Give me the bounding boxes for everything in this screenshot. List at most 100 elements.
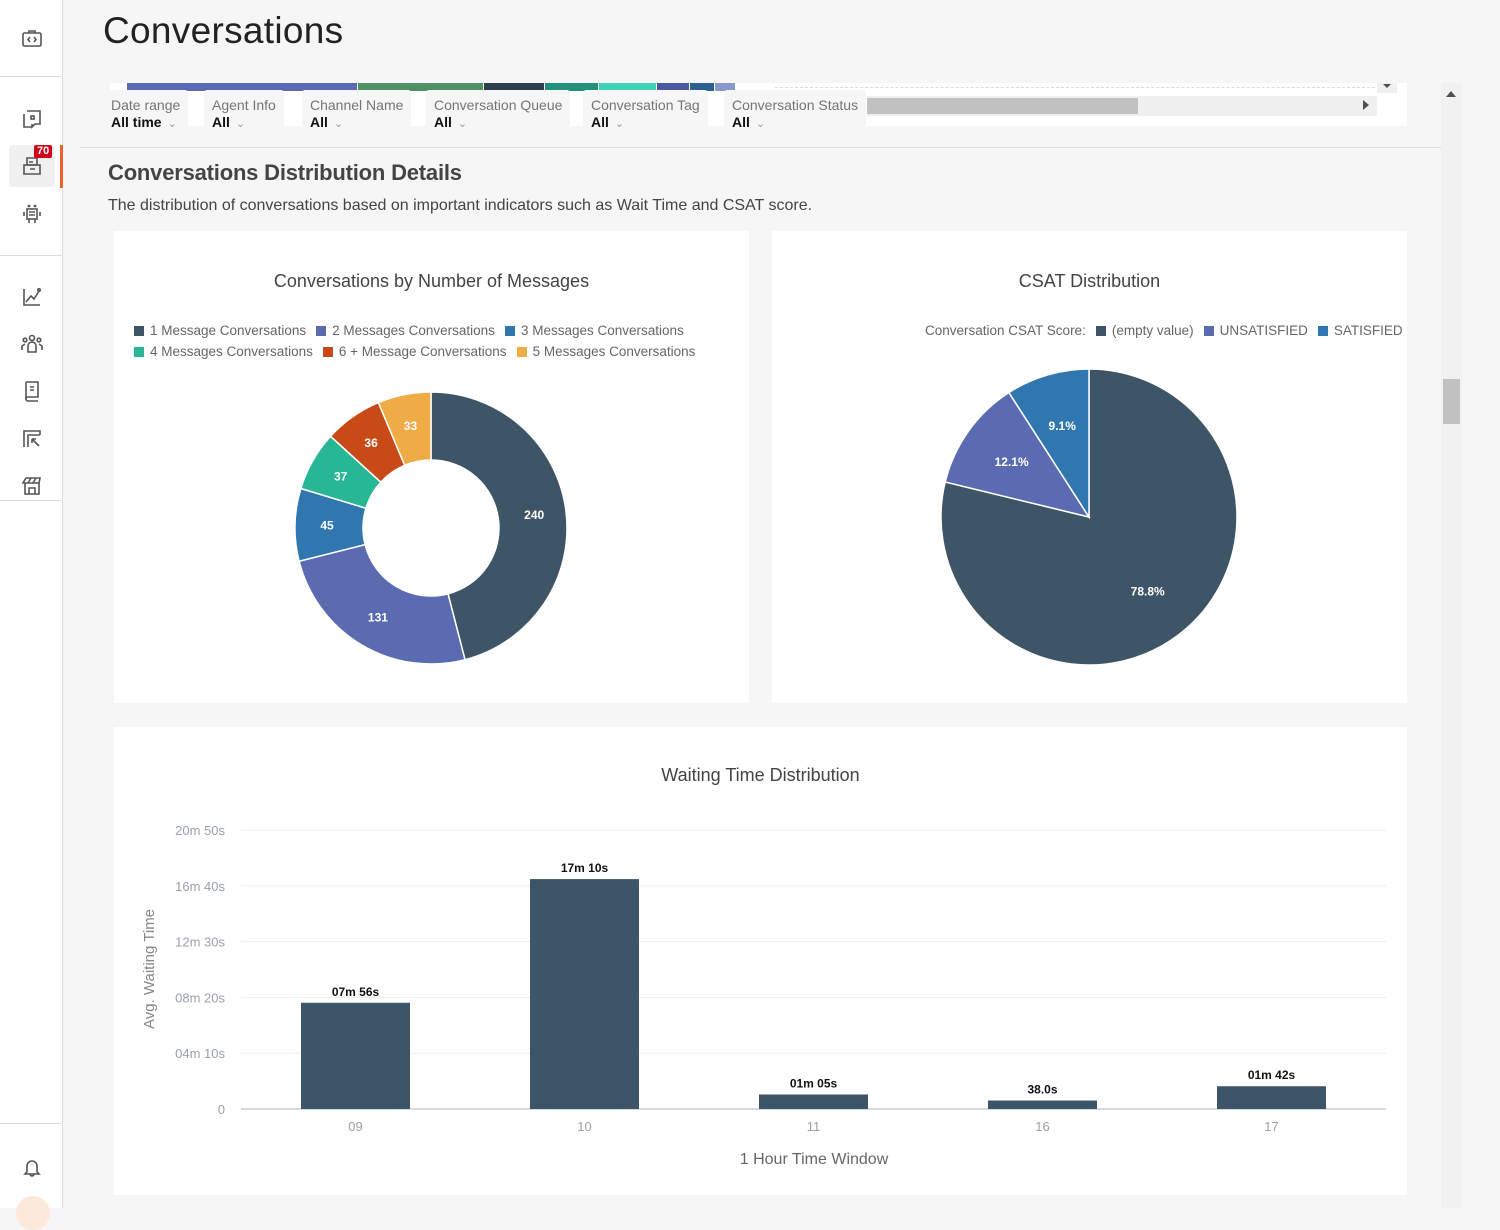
filter-date-range[interactable]: Date range All time ⌄ [103,90,189,132]
sidebar-item-bots[interactable] [9,193,55,235]
chat-box-icon [23,110,41,129]
horizontal-scrollbar[interactable] [867,96,1377,116]
filter-value: All [732,114,750,130]
sidebar-item-analytics[interactable] [9,276,55,318]
filter-label: Conversation Tag [591,97,700,113]
bar[interactable] [988,1100,1097,1109]
bar-chart: 0 04m 10s 08m 20s 12m 30s 16m 40s 20m 50s 07m … [141,823,1386,1168]
filter-conversation-tag[interactable]: Conversation Tag All ⌄ [583,90,708,132]
y-tick-label: 20m 50s [175,823,225,838]
code-briefcase-icon [22,30,42,47]
sidebar-divider [0,255,63,256]
sidebar-item-developer-tools[interactable] [9,17,55,59]
filter-value: All [212,114,230,130]
storefront-icon [21,477,41,495]
bar-data-label: 17m 10s [561,861,609,875]
chevron-down-icon: ⌄ [457,118,468,130]
x-tick-label: 16 [1035,1119,1049,1134]
scrollbar-thumb[interactable] [867,98,1138,114]
bar[interactable] [530,879,639,1109]
filter-value: All [310,114,328,130]
chevron-down-icon: ⌄ [614,118,625,130]
active-indicator [60,145,63,188]
x-tick-label: 10 [577,1119,591,1134]
pointer-panel-icon [23,430,41,447]
x-tick-label: 17 [1264,1119,1278,1134]
sidebar-divider [0,1123,63,1124]
section-divider [80,147,1441,148]
filter-channel-name[interactable]: Channel Name All ⌄ [302,90,412,132]
slice-data-label: 131 [368,610,388,624]
people-icon [21,334,43,353]
robot-icon [23,204,41,223]
filter-value: All [591,114,609,130]
chevron-down-icon: ⌄ [755,118,766,130]
strip-gridline [775,87,1375,88]
section-description: The distribution of conversations based … [108,197,813,214]
bar[interactable] [301,1002,410,1109]
x-tick-label: 09 [348,1119,362,1134]
slice-data-label: 78.8% [1131,585,1165,599]
vertical-scrollbar[interactable] [1441,83,1462,1208]
slice-data-label: 45 [320,518,334,532]
scrollbar-thumb[interactable] [1443,379,1460,424]
filter-label: Channel Name [310,97,404,113]
y-tick-label: 12m 30s [175,935,225,950]
filter-value: All time [111,114,162,130]
filter-value: All [434,114,452,130]
y-tick-label: 0 [218,1102,225,1117]
bar-data-label: 07m 56s [332,985,380,999]
y-tick-label: 08m 20s [175,990,225,1005]
user-avatar[interactable] [16,1196,50,1230]
bar-data-label: 01m 05s [790,1076,838,1090]
y-tick-label: 04m 10s [175,1046,225,1061]
sidebar-item-contacts[interactable] [9,323,55,365]
section-title: Conversations Distribution Details [108,160,462,185]
conversations-badge: 70 [34,145,53,158]
chevron-down-icon: ⌄ [235,118,246,130]
scroll-right-arrow-icon[interactable] [1363,100,1369,110]
filter-agent-info[interactable]: Agent Info All ⌄ [204,90,284,132]
book-icon [25,381,39,402]
sidebar-divider [0,500,63,501]
filter-label: Conversation Queue [434,97,563,113]
page-title: Conversations [103,10,344,51]
filter-conversation-queue[interactable]: Conversation Queue All ⌄ [426,90,571,132]
filter-label: Conversation Status [732,97,859,113]
slice-data-label: 240 [524,508,544,522]
bar-data-label: 01m 42s [1248,1068,1296,1082]
sidebar-divider [0,76,63,77]
filter-label: Agent Info [212,97,276,113]
x-tick-label: 11 [807,1119,821,1134]
slice-data-label: 36 [364,436,378,450]
strip-scroll-down[interactable] [1377,83,1397,93]
sidebar: 70 [0,0,63,1230]
donut-chart: 240 131 45 37 36 33 [294,391,568,665]
bar[interactable] [759,1094,868,1109]
slice-data-label: 12.1% [995,455,1029,469]
bar-data-label: 38.0s [1027,1083,1057,1097]
waiting-time-chart-card: Waiting Time Distribution 0 04m 10s 08m 20… [114,727,1407,1195]
slice-data-label: 37 [334,470,348,484]
y-axis-title: Avg. Waiting Time [141,909,158,1029]
bar[interactable] [1217,1086,1326,1109]
scroll-up-arrow-icon[interactable] [1446,91,1456,97]
bell-icon [23,1160,41,1177]
filter-label: Date range [111,97,181,113]
sidebar-item-notifications[interactable] [9,1146,55,1188]
y-tick-label: 16m 40s [175,879,225,894]
line-chart-icon [23,287,41,306]
sidebar-item-inbox[interactable] [9,98,55,140]
slice-data-label: 9.1% [1049,419,1077,433]
slice-data-label: 33 [404,419,418,433]
chevron-down-icon: ⌄ [333,118,344,130]
pie-slice[interactable] [298,543,466,665]
csat-chart-card: CSAT Distribution Conversation CSAT Scor… [772,231,1407,703]
x-axis-title: 1 Hour Time Window [740,1151,889,1168]
pie-chart: 78.8% 12.1% 9.1% [940,368,1238,666]
sidebar-item-knowledge-base[interactable] [9,370,55,412]
chevron-down-icon: ⌄ [167,118,177,130]
sidebar-item-campaigns[interactable] [9,418,55,460]
filter-conversation-status[interactable]: Conversation Status All ⌄ [724,90,867,132]
messages-chart-card: Conversations by Number of Messages 1 Me… [114,231,749,703]
